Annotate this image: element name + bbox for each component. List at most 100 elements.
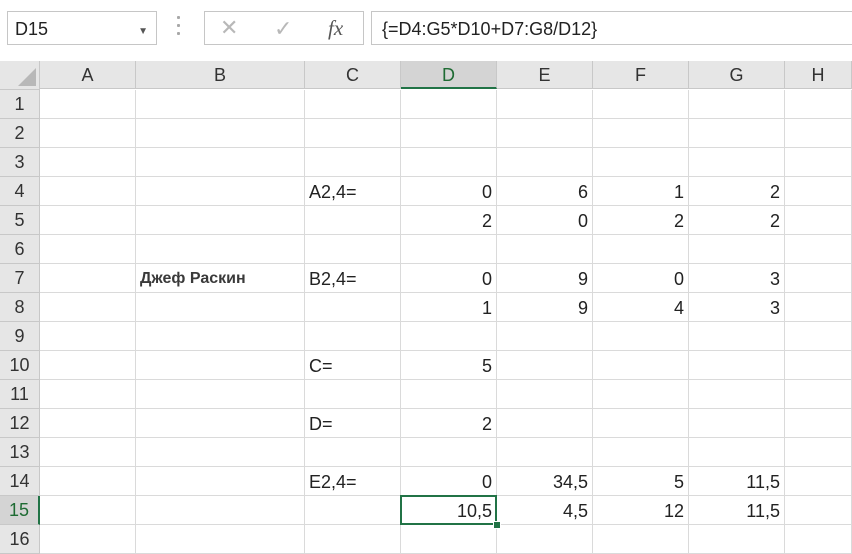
name-box-value[interactable]: D15 <box>15 19 48 40</box>
cell-d15[interactable]: 10,5 <box>401 496 497 525</box>
row-header-9[interactable]: 9 <box>0 322 40 351</box>
row-header-3[interactable]: 3 <box>0 148 40 177</box>
cell-f10[interactable] <box>593 351 689 380</box>
cell-b2[interactable] <box>136 119 305 148</box>
row-header-1[interactable]: 1 <box>0 90 40 119</box>
cell-d13[interactable] <box>401 438 497 467</box>
cell-g6[interactable] <box>689 235 785 264</box>
cell-g16[interactable] <box>689 525 785 554</box>
cell-g10[interactable] <box>689 351 785 380</box>
cell-c16[interactable] <box>305 525 401 554</box>
cell-c5[interactable] <box>305 206 401 235</box>
cell-c11[interactable] <box>305 380 401 409</box>
select-all-button[interactable] <box>0 61 40 90</box>
column-header-c[interactable]: C <box>305 61 401 89</box>
row-header-2[interactable]: 2 <box>0 119 40 148</box>
cell-b14[interactable] <box>136 467 305 496</box>
cell-h9[interactable] <box>785 322 852 351</box>
cell-c13[interactable] <box>305 438 401 467</box>
name-box[interactable]: D15 ▼ <box>7 11 157 45</box>
cell-a10[interactable] <box>40 351 136 380</box>
cell-c6[interactable] <box>305 235 401 264</box>
cell-a14[interactable] <box>40 467 136 496</box>
row-header-13[interactable]: 13 <box>0 438 40 467</box>
column-header-h[interactable]: H <box>785 61 852 89</box>
cell-f15[interactable]: 12 <box>593 496 689 525</box>
drag-handle-icon[interactable] <box>177 16 181 40</box>
cell-b6[interactable] <box>136 235 305 264</box>
cell-c14[interactable]: E2,4= <box>305 467 401 496</box>
cancel-icon[interactable]: ✕ <box>220 15 238 41</box>
cell-a4[interactable] <box>40 177 136 206</box>
cell-g15[interactable]: 11,5 <box>689 496 785 525</box>
fill-handle[interactable] <box>493 521 501 529</box>
cell-d11[interactable] <box>401 380 497 409</box>
cell-a16[interactable] <box>40 525 136 554</box>
row-header-10[interactable]: 10 <box>0 351 40 380</box>
cell-c1[interactable] <box>305 90 401 119</box>
cell-h11[interactable] <box>785 380 852 409</box>
cell-f8[interactable]: 4 <box>593 293 689 322</box>
cell-h16[interactable] <box>785 525 852 554</box>
column-header-b[interactable]: B <box>136 61 305 89</box>
cell-h13[interactable] <box>785 438 852 467</box>
cell-b12[interactable] <box>136 409 305 438</box>
cell-b1[interactable] <box>136 90 305 119</box>
column-header-d[interactable]: D <box>401 61 497 89</box>
select-all-icon[interactable] <box>18 68 36 86</box>
cell-e1[interactable] <box>497 90 593 119</box>
cell-e9[interactable] <box>497 322 593 351</box>
cell-b13[interactable] <box>136 438 305 467</box>
cell-g3[interactable] <box>689 148 785 177</box>
cell-h12[interactable] <box>785 409 852 438</box>
cell-f1[interactable] <box>593 90 689 119</box>
cell-f14[interactable]: 5 <box>593 467 689 496</box>
cell-a15[interactable] <box>40 496 136 525</box>
formula-value[interactable]: {=D4:G5*D10+D7:G8/D12} <box>382 19 597 40</box>
cell-f5[interactable]: 2 <box>593 206 689 235</box>
cell-d12[interactable]: 2 <box>401 409 497 438</box>
cell-c3[interactable] <box>305 148 401 177</box>
cell-c2[interactable] <box>305 119 401 148</box>
cell-e15[interactable]: 4,5 <box>497 496 593 525</box>
cell-g14[interactable]: 11,5 <box>689 467 785 496</box>
cell-f13[interactable] <box>593 438 689 467</box>
cell-e4[interactable]: 6 <box>497 177 593 206</box>
cell-a3[interactable] <box>40 148 136 177</box>
cell-c12[interactable]: D= <box>305 409 401 438</box>
row-header-4[interactable]: 4 <box>0 177 40 206</box>
cell-h6[interactable] <box>785 235 852 264</box>
cell-b9[interactable] <box>136 322 305 351</box>
cell-b8[interactable] <box>136 293 305 322</box>
cell-f4[interactable]: 1 <box>593 177 689 206</box>
cell-b15[interactable] <box>136 496 305 525</box>
cell-f9[interactable] <box>593 322 689 351</box>
cell-c8[interactable] <box>305 293 401 322</box>
cell-a11[interactable] <box>40 380 136 409</box>
cell-d14[interactable]: 0 <box>401 467 497 496</box>
cell-e16[interactable] <box>497 525 593 554</box>
cell-a13[interactable] <box>40 438 136 467</box>
row-header-16[interactable]: 16 <box>0 525 40 554</box>
formula-input[interactable]: {=D4:G5*D10+D7:G8/D12} <box>371 11 852 45</box>
cell-g5[interactable]: 2 <box>689 206 785 235</box>
cell-e12[interactable] <box>497 409 593 438</box>
row-header-14[interactable]: 14 <box>0 467 40 496</box>
column-header-g[interactable]: G <box>689 61 785 89</box>
cell-d4[interactable]: 0 <box>401 177 497 206</box>
column-header-a[interactable]: A <box>40 61 136 89</box>
row-header-12[interactable]: 12 <box>0 409 40 438</box>
cell-f16[interactable] <box>593 525 689 554</box>
cell-f6[interactable] <box>593 235 689 264</box>
cell-g13[interactable] <box>689 438 785 467</box>
cell-e10[interactable] <box>497 351 593 380</box>
cell-g7[interactable]: 3 <box>689 264 785 293</box>
cell-d9[interactable] <box>401 322 497 351</box>
cell-a12[interactable] <box>40 409 136 438</box>
column-header-f[interactable]: F <box>593 61 689 89</box>
cell-f11[interactable] <box>593 380 689 409</box>
chevron-down-icon[interactable]: ▼ <box>138 26 148 37</box>
cell-c15[interactable] <box>305 496 401 525</box>
cell-a9[interactable] <box>40 322 136 351</box>
cell-e2[interactable] <box>497 119 593 148</box>
